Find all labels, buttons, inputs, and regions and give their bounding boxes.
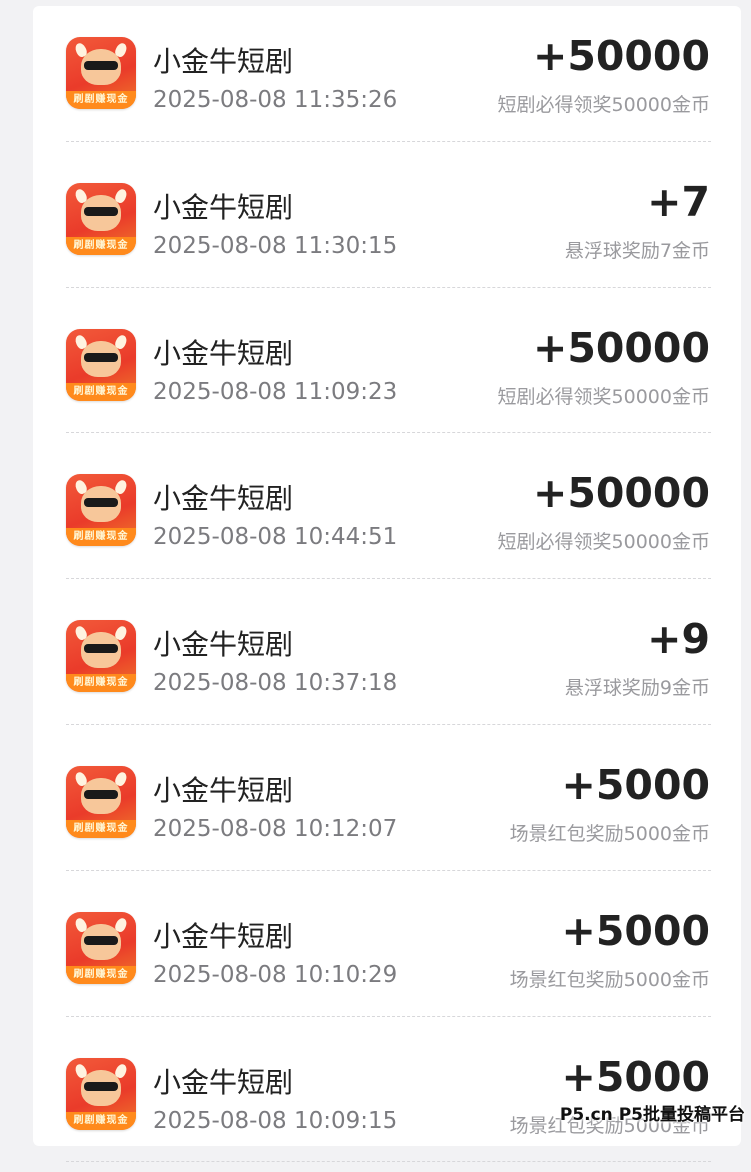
app-name: 小金牛短剧 — [153, 332, 293, 372]
app-name: 小金牛短剧 — [153, 40, 293, 80]
sunglasses-icon — [84, 61, 118, 70]
record-time: 2025-08-08 10:37:18 — [153, 670, 397, 696]
sunglasses-icon — [84, 790, 118, 799]
app-name: 小金牛短剧 — [153, 915, 293, 955]
xiaojinniu-app-icon: 刷剧赚现金 — [66, 620, 136, 692]
record-time: 2025-08-08 10:10:29 — [153, 962, 397, 988]
record-description: 悬浮球奖励9金币 — [565, 673, 710, 700]
xiaojinniu-app-icon: 刷剧赚现金 — [66, 37, 136, 109]
coin-amount: +9 — [647, 615, 710, 663]
list-item[interactable]: 刷剧赚现金 小金牛短剧 2025-08-08 11:09:23 +50000 短… — [33, 298, 741, 444]
sunglasses-icon — [84, 353, 118, 362]
record-description: 短剧必得领奖50000金币 — [498, 527, 710, 554]
coin-amount: +50000 — [533, 324, 710, 372]
sunglasses-icon — [84, 936, 118, 945]
app-name: 小金牛短剧 — [153, 623, 293, 663]
record-time: 2025-08-08 11:09:23 — [153, 379, 397, 405]
record-time: 2025-08-08 11:30:15 — [153, 233, 397, 259]
coin-amount: +50000 — [533, 469, 710, 517]
icon-banner-text: 刷剧赚现金 — [66, 237, 136, 255]
record-description: 悬浮球奖励7金币 — [565, 236, 710, 263]
list-item[interactable]: 刷剧赚现金 小金牛短剧 2025-08-08 10:37:18 +9 悬浮球奖励… — [33, 589, 741, 735]
coin-record-list: 刷剧赚现金 小金牛短剧 2025-08-08 11:35:26 +50000 短… — [33, 6, 741, 1172]
sunglasses-icon — [84, 1082, 118, 1091]
icon-banner-text: 刷剧赚现金 — [66, 966, 136, 984]
coin-amount: +50000 — [533, 32, 710, 80]
sunglasses-icon — [84, 498, 118, 507]
sunglasses-icon — [84, 207, 118, 216]
coin-amount: +7 — [647, 178, 710, 226]
icon-banner-text: 刷剧赚现金 — [66, 674, 136, 692]
record-time: 2025-08-08 10:44:51 — [153, 524, 397, 550]
record-time: 2025-08-08 10:09:15 — [153, 1108, 397, 1134]
coin-amount: +5000 — [562, 1053, 710, 1101]
coin-amount: +5000 — [562, 761, 710, 809]
record-description: 场景红包奖励5000金币 — [510, 965, 710, 992]
icon-banner-text: 刷剧赚现金 — [66, 820, 136, 838]
list-item[interactable]: 刷剧赚现金 小金牛短剧 2025-08-08 10:12:07 +5000 场景… — [33, 735, 741, 881]
watermark-text: P5.cn P5批量投稿平台 — [560, 1100, 745, 1125]
xiaojinniu-app-icon: 刷剧赚现金 — [66, 183, 136, 255]
xiaojinniu-app-icon: 刷剧赚现金 — [66, 1058, 136, 1130]
record-time: 2025-08-08 11:35:26 — [153, 87, 397, 113]
app-name: 小金牛短剧 — [153, 186, 293, 226]
coin-amount: +5000 — [562, 907, 710, 955]
icon-banner-text: 刷剧赚现金 — [66, 1112, 136, 1130]
record-time: 2025-08-08 10:12:07 — [153, 816, 397, 842]
xiaojinniu-app-icon: 刷剧赚现金 — [66, 912, 136, 984]
xiaojinniu-app-icon: 刷剧赚现金 — [66, 766, 136, 838]
record-description: 短剧必得领奖50000金币 — [498, 382, 710, 409]
sunglasses-icon — [84, 644, 118, 653]
list-item[interactable]: 刷剧赚现金 小金牛短剧 2025-08-08 10:10:29 +5000 场景… — [33, 881, 741, 1027]
app-name: 小金牛短剧 — [153, 477, 293, 517]
icon-banner-text: 刷剧赚现金 — [66, 528, 136, 546]
list-item[interactable]: 刷剧赚现金 小金牛短剧 2025-08-08 10:44:51 +50000 短… — [33, 443, 741, 589]
app-name: 小金牛短剧 — [153, 1061, 293, 1101]
icon-banner-text: 刷剧赚现金 — [66, 91, 136, 109]
coin-record-card: 刷剧赚现金 小金牛短剧 2025-08-08 11:35:26 +50000 短… — [33, 6, 741, 1146]
record-description: 场景红包奖励5000金币 — [510, 819, 710, 846]
app-name: 小金牛短剧 — [153, 769, 293, 809]
xiaojinniu-app-icon: 刷剧赚现金 — [66, 329, 136, 401]
record-description: 短剧必得领奖50000金币 — [498, 90, 710, 117]
list-item[interactable]: 刷剧赚现金 小金牛短剧 2025-08-08 11:35:26 +50000 短… — [33, 6, 741, 152]
xiaojinniu-app-icon: 刷剧赚现金 — [66, 474, 136, 546]
list-item[interactable]: 刷剧赚现金 小金牛短剧 2025-08-08 11:30:15 +7 悬浮球奖励… — [33, 152, 741, 298]
icon-banner-text: 刷剧赚现金 — [66, 383, 136, 401]
